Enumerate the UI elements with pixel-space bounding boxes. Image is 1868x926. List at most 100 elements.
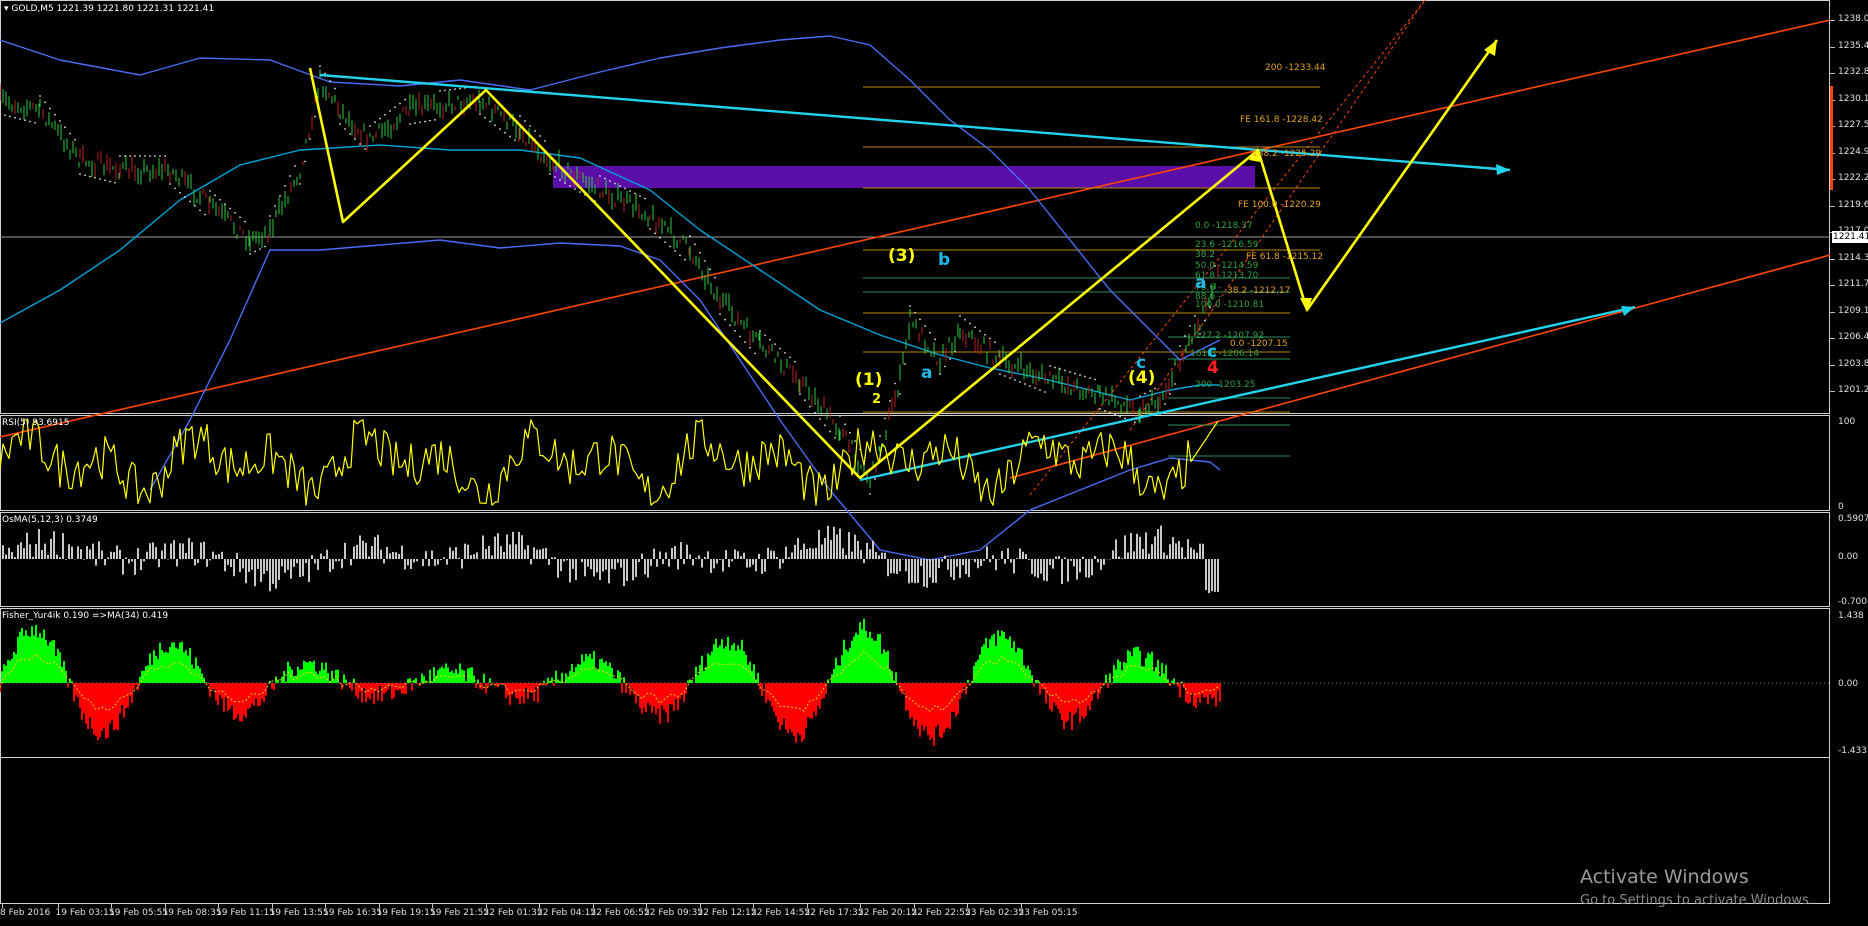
rsi-label: RSI(5) 93.6915 <box>2 418 70 428</box>
parabolic-sar-dot <box>344 128 346 130</box>
parabolic-sar-dot <box>929 331 931 334</box>
parabolic-sar-dot <box>1054 366 1056 369</box>
parabolic-sar-dot <box>389 110 391 112</box>
parabolic-sar-dot <box>49 107 51 110</box>
parabolic-sar-dot <box>1149 390 1151 392</box>
fisher-level-zero: 0.00 <box>1838 679 1859 689</box>
parabolic-sar-dot <box>1034 387 1036 389</box>
parabolic-sar-dot <box>924 325 926 327</box>
parabolic-sar-dot <box>264 245 266 248</box>
parabolic-sar-dot <box>234 211 236 214</box>
parabolic-sar-dot <box>619 185 621 187</box>
parabolic-sar-dot <box>74 138 76 141</box>
parabolic-sar-dot <box>834 436 836 439</box>
parabolic-sar-dot <box>1094 378 1096 381</box>
price-axis-tick <box>1830 205 1835 207</box>
parabolic-sar-dot <box>1069 371 1071 373</box>
price-axis-label: 1224.94 <box>1838 146 1868 157</box>
parabolic-sar-dot <box>954 350 956 353</box>
parabolic-sar-dot <box>1044 391 1046 393</box>
parabolic-sar-dot <box>694 243 696 246</box>
fib-label-1618: 161.8 -1206.14 <box>1190 349 1260 359</box>
parabolic-sar-dot <box>709 268 711 271</box>
time-axis-label: 23 Feb 02:35 <box>965 908 1025 918</box>
dropdown-triangle-icon[interactable]: ▾ <box>4 4 9 14</box>
chart-symbol-header: ▾ GOLD,M5 1221.39 1221.80 1221.31 1221.4… <box>4 4 214 14</box>
parabolic-sar-dot <box>634 192 636 195</box>
parabolic-sar-dot <box>804 399 806 402</box>
fib-label-200b: 200 -1203.25 <box>1195 380 1256 390</box>
parabolic-sar-dot <box>989 337 991 340</box>
parabolic-sar-dot <box>799 393 801 395</box>
parabolic-sar-dot <box>539 135 541 137</box>
parabolic-sar-dot <box>459 87 461 90</box>
parabolic-sar-dot <box>944 365 946 368</box>
parabolic-sar-dot <box>369 125 371 127</box>
parabolic-sar-dot <box>784 351 786 354</box>
parabolic-sar-dot <box>649 228 651 230</box>
wave-label-c1: c <box>1136 353 1147 373</box>
price-axis-label: 1206.49 <box>1838 332 1868 342</box>
parabolic-sar-dot <box>274 205 276 207</box>
parabolic-sar-dot <box>519 115 521 117</box>
parabolic-sar-dot <box>1059 368 1061 370</box>
parabolic-sar-dot <box>959 315 961 317</box>
parabolic-sar-dot <box>669 245 671 248</box>
time-axis-tick <box>271 904 273 908</box>
parabolic-sar-dot <box>1194 315 1196 317</box>
parabolic-sar-dot <box>1004 375 1006 377</box>
fib-label-382a: 38.2 <box>1195 250 1216 260</box>
parabolic-sar-dot <box>329 80 331 82</box>
parabolic-sar-dot <box>149 155 151 157</box>
parabolic-sar-dot <box>689 235 691 237</box>
cyan-arrow-head <box>1496 164 1510 175</box>
parabolic-sar-dot <box>314 115 316 118</box>
price-axis-label: 1209.14 <box>1838 305 1868 316</box>
parabolic-sar-dot <box>874 478 876 480</box>
time-axis-tick <box>111 904 112 908</box>
parabolic-sar-dot <box>359 143 361 145</box>
parabolic-sar-dot <box>559 179 561 181</box>
time-axis-tick <box>699 904 701 908</box>
parabolic-sar-dot <box>884 417 886 420</box>
cyan-resistance-line <box>319 73 1511 172</box>
parabolic-sar-dot <box>514 139 516 142</box>
parabolic-sar-dot <box>839 415 841 417</box>
parabolic-sar-dot <box>564 182 566 184</box>
parabolic-sar-dot <box>144 155 146 157</box>
parabolic-sar-dot <box>424 120 426 123</box>
price-axis-label: 1203.84 <box>1838 358 1868 369</box>
fisher-level-max: 1.438 <box>1838 611 1864 621</box>
parabolic-sar-dot <box>64 126 66 129</box>
parabolic-sar-dot <box>879 435 881 437</box>
parabolic-sar-dot <box>114 181 116 184</box>
parabolic-sar-dot <box>744 341 746 344</box>
parabolic-sar-dot <box>1179 345 1181 347</box>
time-axis-label: 22 Feb 01:35 <box>483 908 543 918</box>
parabolic-sar-dot <box>1029 385 1031 387</box>
parabolic-sar-dot <box>364 148 366 150</box>
time-axis-label: 22 Feb 12:15 <box>697 908 757 918</box>
parabolic-sar-dot <box>249 253 251 255</box>
time-axis-label: 22 Feb 04:15 <box>537 908 597 918</box>
parabolic-sar-dot <box>1189 325 1191 327</box>
price-axis-tick <box>1830 258 1835 260</box>
price-axis-label: 1235.44 <box>1838 40 1868 51</box>
time-axis-tick <box>753 904 754 908</box>
parabolic-sar-dot <box>9 115 11 118</box>
parabolic-sar-dot <box>609 180 611 182</box>
parabolic-sar-dot <box>134 155 136 157</box>
wave-label-3: (3) <box>888 246 916 266</box>
parabolic-sar-dot <box>639 195 641 197</box>
time-axis-tick <box>860 904 861 908</box>
parabolic-sar-dot <box>129 155 131 157</box>
parabolic-sar-dot <box>714 276 716 279</box>
fib-label-fe100: FE 100.0 -1220.29 <box>1238 200 1321 210</box>
parabolic-sar-dot <box>724 318 726 321</box>
parabolic-sar-dot <box>849 431 851 434</box>
parabolic-sar-dot <box>304 160 306 163</box>
price-axis-tick <box>1830 73 1835 74</box>
parabolic-sar-dot <box>1079 374 1081 376</box>
parabolic-sar-dot <box>259 248 261 250</box>
parabolic-sar-dot <box>904 363 906 365</box>
